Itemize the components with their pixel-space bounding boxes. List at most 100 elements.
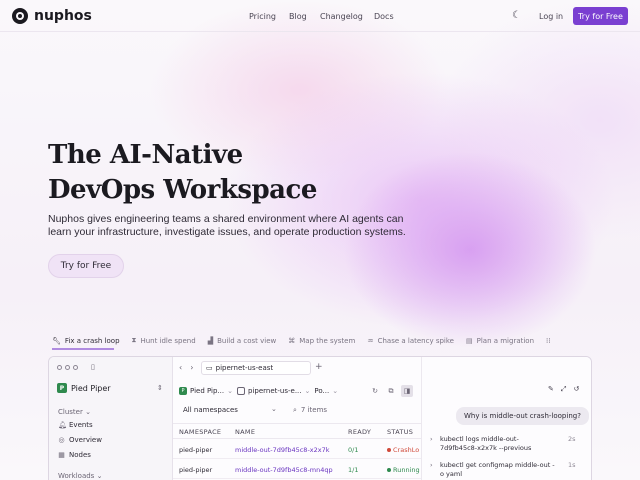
browser-tab[interactable]: ▭ pipernet-us-east — [201, 361, 311, 375]
breadcrumb-resource[interactable]: Po... ⌄ — [314, 387, 338, 395]
chat-toolbar: ✎ ⤢ ↺ — [548, 385, 579, 394]
section-workloads[interactable]: Workloads ⌄ — [58, 472, 102, 480]
table-row[interactable]: pied-piper middle-out-7d9fb45c8-x2x7k 0/… — [173, 439, 421, 459]
org-switcher[interactable]: P Pied Piper — [57, 383, 111, 393]
tab-hunt-idle-spend[interactable]: ⧗ Hunt idle spend — [132, 336, 196, 345]
agent-command[interactable]: › kubectl logs middle-out-7d9fb45c8-x2x7… — [430, 435, 580, 453]
back-icon[interactable]: ‹ — [179, 363, 182, 372]
sidebar-toggle-icon[interactable]: ▯ — [91, 363, 95, 371]
command-text: kubectl get configmap middle-out -o yaml — [440, 461, 555, 478]
breadcrumb-cluster[interactable]: pipernet-us-e... ⌄ — [237, 387, 310, 395]
nav-docs[interactable]: Docs — [374, 12, 394, 21]
cell-ready: 1/1 — [348, 466, 359, 474]
chevron-updown-icon[interactable]: ⇕ — [157, 384, 163, 392]
refresh-icon[interactable]: ↻ — [369, 385, 381, 397]
cell-namespace: pied-piper — [179, 466, 213, 474]
sidebar-item-events[interactable]: 🔔︎ Events — [58, 421, 93, 429]
new-tab-icon[interactable]: + — [315, 362, 323, 372]
app-main-panel: ‹ › ▭ pipernet-us-east + P Pied Pip... ⌄… — [173, 357, 421, 480]
try-free-button-header[interactable]: Try for Free — [573, 7, 628, 25]
chevron-right-icon: › — [430, 435, 433, 443]
moon-icon[interactable]: ☾ — [512, 10, 524, 22]
try-free-button-hero[interactable]: Try for Free — [48, 254, 124, 278]
breadcrumb-label: pipernet-us-e... — [248, 387, 302, 395]
sidebar-item-label: Overview — [69, 436, 102, 444]
search-count: 7 items — [300, 406, 328, 414]
col-namespace[interactable]: NAMESPACE — [179, 428, 221, 436]
command-duration: 2s — [568, 435, 576, 443]
ai-chat-panel: ✎ ⤢ ↺ Why is middle-out crash-looping? ›… — [421, 357, 591, 480]
chevron-right-icon: › — [430, 461, 433, 469]
tab-chase-latency[interactable]: ♒ Chase a latency spike — [367, 337, 454, 345]
status-dot — [387, 448, 391, 452]
command-text: kubectl logs middle-out-7d9fb45c8-x2x7k … — [440, 435, 532, 452]
chevron-down-icon: ⌄ — [271, 405, 277, 413]
tab-label: Plan a migration — [476, 336, 535, 345]
server-icon: ▦ — [58, 451, 65, 459]
sidebar-item-label: Events — [69, 421, 93, 429]
active-tab-indicator — [52, 348, 114, 350]
user-message: Why is middle-out crash-looping? — [456, 407, 589, 425]
login-link[interactable]: Log in — [539, 12, 563, 21]
cell-pod-name[interactable]: middle-out-7d9fb45c8-x2x7k — [235, 446, 330, 454]
col-status[interactable]: STATUS — [387, 428, 413, 436]
breadcrumb-org[interactable]: P Pied Pip... ⌄ — [179, 387, 233, 395]
header-divider — [0, 31, 640, 32]
copy-icon[interactable]: ⧉ — [385, 385, 397, 397]
chart-icon: ▟ — [207, 336, 214, 345]
edit-icon[interactable]: ✎ — [548, 385, 554, 394]
clipboard-icon: ▤ — [465, 336, 473, 345]
tab-label: Build a cost view — [217, 336, 277, 345]
breadcrumb: P Pied Pip... ⌄ pipernet-us-e... ⌄ Po...… — [179, 383, 338, 399]
cell-status: Running — [387, 466, 420, 474]
top-nav: Pricing Blog Changelog Docs ☾ Log in Try… — [0, 7, 640, 25]
forward-icon[interactable]: › — [190, 363, 193, 372]
org-name: Pied Piper — [71, 383, 111, 393]
cell-pod-name[interactable]: middle-out-7d9fb45c8-mn4qp — [235, 466, 333, 474]
org-avatar: P — [57, 383, 67, 393]
cell-ready: 0/1 — [348, 446, 359, 454]
tab-label: Map the system — [299, 336, 356, 345]
tab-fix-crash-loop[interactable]: 🔧︎ Fix a crash loop — [52, 337, 120, 345]
view-tools: ↻ ⧉ ◨ — [369, 385, 413, 397]
cell-namespace: pied-piper — [179, 446, 213, 454]
history-icon[interactable]: ↺ — [573, 385, 579, 394]
agent-command[interactable]: › kubectl get configmap middle-out -o ya… — [430, 461, 580, 479]
namespace-filter-value: All namespaces — [183, 406, 238, 414]
pods-table: NAMESPACE NAME READY STATUS pied-piper m… — [173, 423, 421, 479]
status-label: CrashLo — [393, 446, 420, 454]
pulse-icon: ♒ — [367, 336, 374, 345]
section-cluster[interactable]: Cluster ⌄ — [58, 408, 91, 416]
col-name[interactable]: NAME — [235, 428, 255, 436]
sidebar-item-overview[interactable]: ◎ Overview — [58, 436, 102, 444]
tab-map-system[interactable]: ⌘ Map the system — [288, 337, 355, 345]
split-view-icon[interactable]: ◨ — [401, 385, 413, 397]
tab-label: Chase a latency spike — [377, 336, 454, 345]
map-icon: ⌘ — [288, 336, 296, 345]
command-duration: 1s — [568, 461, 576, 469]
bell-icon: 🔔︎ — [58, 421, 67, 429]
gauge-icon: ◎ — [58, 436, 65, 444]
search-input[interactable]: ⌕ 7 items — [293, 403, 327, 417]
tab-build-cost-view[interactable]: ▟ Build a cost view — [208, 337, 277, 345]
status-label: Running — [393, 466, 420, 474]
more-tabs-icon[interactable]: ⁞⁞ — [546, 337, 550, 345]
table-row[interactable]: pied-piper middle-out-7d9fb45c8-mn4qp 1/… — [173, 459, 421, 479]
cluster-icon — [237, 387, 245, 395]
sidebar-item-label: Nodes — [69, 451, 91, 459]
col-ready[interactable]: READY — [348, 428, 371, 436]
hourglass-icon: ⧗ — [131, 336, 137, 344]
search-icon: ⌕ — [293, 405, 297, 414]
tab-page-icon: ▭ — [206, 364, 213, 372]
nav-pricing[interactable]: Pricing — [249, 12, 276, 21]
tab-plan-migration[interactable]: ▤ Plan a migration — [466, 337, 534, 345]
namespace-filter[interactable]: All namespaces ⌄ — [179, 403, 285, 417]
sidebar-item-nodes[interactable]: ▦ Nodes — [58, 451, 91, 459]
expand-icon[interactable]: ⤢ — [561, 385, 567, 394]
nav-blog[interactable]: Blog — [289, 12, 307, 21]
nav-changelog[interactable]: Changelog — [320, 12, 363, 21]
hero-title-line-1: The AI-Native — [48, 140, 243, 170]
table-header: NAMESPACE NAME READY STATUS — [173, 423, 421, 439]
app-sidebar: ▯ P Pied Piper ⇕ Cluster ⌄ 🔔︎ Events ◎ O… — [49, 357, 173, 480]
history-nav: ‹ › — [179, 363, 193, 372]
